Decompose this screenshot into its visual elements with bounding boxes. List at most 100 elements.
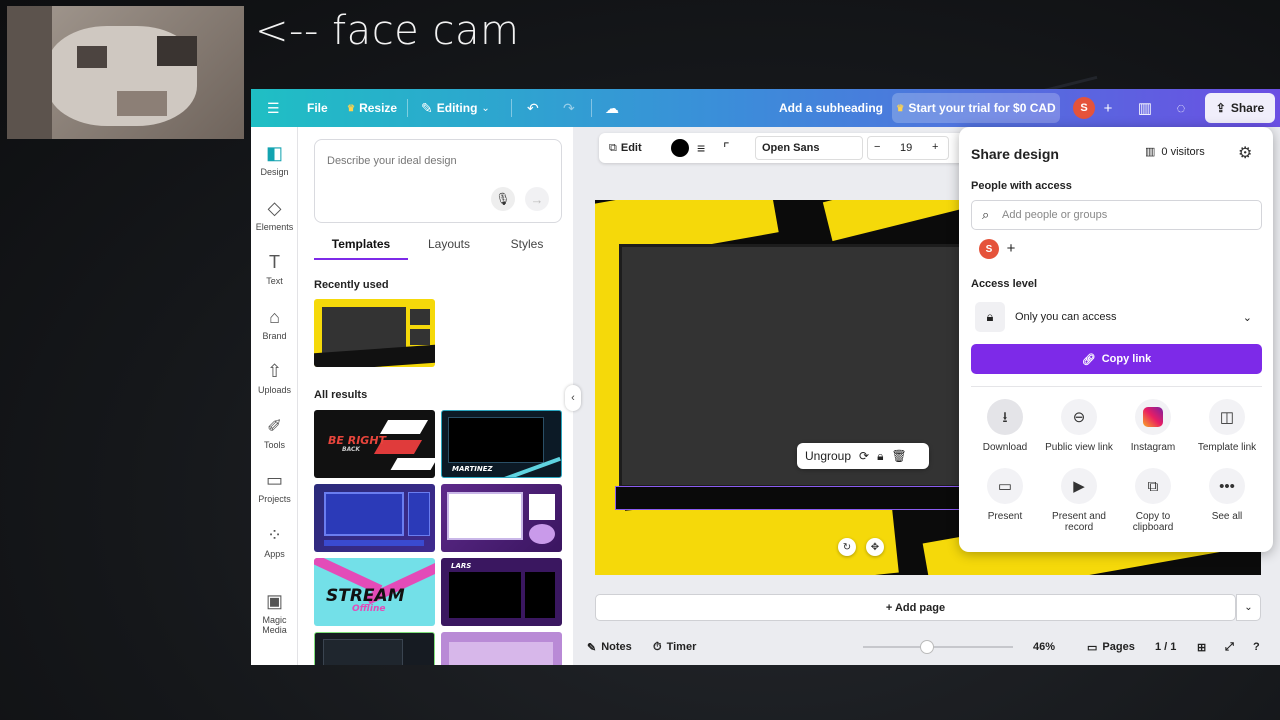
- undo-button[interactable]: ↶: [527, 89, 539, 127]
- timer-button[interactable]: ⏱︎ Timer: [653, 629, 696, 665]
- template-thumbnail[interactable]: [314, 632, 435, 665]
- add-page-button[interactable]: + Add page: [595, 594, 1236, 621]
- share-panel-title: Share design: [971, 146, 1059, 162]
- edit-label: Edit: [620, 142, 642, 154]
- rail-item-elements[interactable]: ◇ Elements: [251, 198, 298, 232]
- cloud-save-status[interactable]: ☁: [605, 89, 619, 127]
- tab-layouts[interactable]: Layouts: [414, 232, 484, 260]
- access-level-dropdown[interactable]: 🔒︎ Only you can access ⌄: [971, 301, 1262, 333]
- edit-button[interactable]: ⧉ Edit: [609, 133, 642, 163]
- download-icon: ⭳: [987, 399, 1023, 435]
- instagram-option[interactable]: Instagram: [1116, 399, 1190, 453]
- tab-styles[interactable]: Styles: [492, 232, 562, 260]
- add-person-button[interactable]: +: [1001, 239, 1021, 259]
- template-thumbnail[interactable]: [441, 632, 562, 665]
- templates-panel: Describe your ideal design 🎙 → Templates…: [298, 127, 573, 665]
- visitors-button[interactable]: ▥ 0 visitors: [1145, 145, 1205, 159]
- trash-icon[interactable]: 🗑︎: [891, 449, 906, 463]
- desktop-background: <-- face cam ☰ File ♛ Resize ✎ Editing ⌄ ↶ …: [0, 0, 1280, 720]
- template-thumbnail[interactable]: STREAM Offline: [314, 558, 435, 626]
- rail-item-uploads[interactable]: ⇧ Uploads: [251, 361, 298, 395]
- chevron-down-icon: ⌄: [1242, 311, 1252, 324]
- microphone-button[interactable]: 🎙: [491, 187, 515, 211]
- template-link-icon: ◫: [1209, 399, 1245, 435]
- collapse-panel-button[interactable]: ‹: [565, 385, 581, 411]
- video-record-icon: ▶: [1061, 468, 1097, 504]
- access-level-value: Only you can access: [1015, 311, 1117, 323]
- menu-button[interactable]: ☰: [267, 89, 280, 127]
- divider: [407, 99, 408, 117]
- redo-button[interactable]: ↷: [563, 89, 575, 127]
- selected-bar-element[interactable]: [615, 486, 995, 510]
- rail-item-apps[interactable]: ⁘ Apps: [251, 525, 298, 559]
- rotate-handle[interactable]: ↻: [838, 538, 856, 556]
- rail-item-projects[interactable]: ▭ Projects: [251, 470, 298, 504]
- rail-label: Elements: [255, 222, 294, 232]
- move-handle[interactable]: ✥: [866, 538, 884, 556]
- design-title[interactable]: Add a subheading: [779, 89, 883, 127]
- option-label: Public view link: [1045, 442, 1113, 453]
- option-label: Present and record: [1052, 511, 1106, 533]
- chevron-down-icon: ⌄: [1244, 602, 1253, 613]
- download-option[interactable]: ⭳ Download: [968, 399, 1042, 453]
- template-link-option[interactable]: ◫ Template link: [1190, 399, 1264, 453]
- comments-button[interactable]: ◌: [1167, 94, 1195, 122]
- link-icon: ⊖: [1061, 399, 1097, 435]
- editing-mode-button[interactable]: ✎ Editing ⌄: [421, 89, 490, 127]
- pages-button[interactable]: ▭ Pages: [1087, 629, 1135, 665]
- file-menu[interactable]: File: [307, 89, 328, 127]
- see-all-option[interactable]: ••• See all: [1190, 468, 1264, 522]
- rail-item-design[interactable]: ◧ Design: [251, 143, 298, 177]
- replace-icon[interactable]: ⟳: [859, 449, 869, 463]
- collaborator-avatar[interactable]: S: [979, 239, 999, 259]
- resize-button[interactable]: ♛ Resize: [347, 89, 397, 127]
- add-page-dropdown[interactable]: ⌄: [1236, 594, 1261, 621]
- option-label: Instagram: [1130, 442, 1176, 453]
- font-selector[interactable]: Open Sans: [755, 136, 863, 160]
- font-size-value[interactable]: 19: [900, 142, 912, 154]
- rail-item-magic-media[interactable]: ▣ Magic Media: [251, 591, 298, 635]
- add-collaborator-button[interactable]: +: [1094, 94, 1122, 122]
- rail-item-brand[interactable]: ⌂ Brand: [251, 307, 298, 341]
- notes-button[interactable]: ✎ Notes: [587, 629, 632, 665]
- border-style-button[interactable]: ≡: [697, 133, 705, 163]
- copy-link-button[interactable]: 🔗︎ Copy link: [971, 344, 1262, 374]
- template-thumbnail[interactable]: MARTINEZ: [441, 410, 562, 478]
- help-button[interactable]: ?: [1253, 629, 1260, 665]
- add-people-input[interactable]: ⌕ Add people or groups: [971, 200, 1262, 230]
- corner-rounding-button[interactable]: ⌜: [723, 133, 730, 163]
- template-thumbnail[interactable]: LARS: [441, 558, 562, 626]
- decrease-size-button[interactable]: −: [874, 141, 880, 153]
- template-thumbnail[interactable]: [314, 299, 435, 367]
- template-thumbnail[interactable]: [441, 484, 562, 552]
- design-prompt-input[interactable]: Describe your ideal design 🎙 →: [314, 139, 562, 223]
- send-button[interactable]: →: [525, 187, 549, 211]
- template-thumbnail[interactable]: BE RIGHT BACK: [314, 410, 435, 478]
- present-option[interactable]: ▭ Present: [968, 468, 1042, 522]
- undo-icon: ↶: [527, 99, 539, 116]
- present-and-record-option[interactable]: ▶ Present and record: [1042, 468, 1116, 533]
- zoom-slider-handle[interactable]: [920, 640, 934, 654]
- user-avatar[interactable]: S: [1073, 97, 1095, 119]
- lock-icon[interactable]: 🔒︎: [877, 449, 883, 464]
- zoom-value[interactable]: 46%: [1033, 629, 1055, 665]
- insights-button[interactable]: ▥: [1131, 94, 1159, 122]
- move-icon: ✥: [870, 541, 880, 553]
- settings-button[interactable]: ⚙: [1238, 143, 1252, 163]
- increase-size-button[interactable]: +: [932, 141, 938, 153]
- editing-label: Editing: [436, 101, 478, 115]
- color-picker[interactable]: [671, 133, 689, 163]
- grid-view-button[interactable]: ⊞: [1197, 629, 1206, 665]
- tab-templates[interactable]: Templates: [314, 232, 408, 260]
- zoom-slider[interactable]: [863, 646, 1013, 648]
- public-view-link-option[interactable]: ⊖ Public view link: [1042, 399, 1116, 453]
- rail-item-text[interactable]: T Text: [251, 252, 298, 286]
- fullscreen-button[interactable]: ⤢: [1225, 629, 1234, 665]
- rail-item-tools[interactable]: ✐ Tools: [251, 416, 298, 450]
- template-thumbnail[interactable]: [314, 484, 435, 552]
- copy-to-clipboard-option[interactable]: ⧉ Copy to clipboard: [1116, 468, 1190, 533]
- share-button[interactable]: ⇪ Share: [1205, 93, 1275, 123]
- ungroup-button[interactable]: Ungroup: [805, 449, 851, 463]
- plus-icon: +: [1103, 99, 1113, 117]
- start-trial-button[interactable]: ♛ Start your trial for $0 CAD: [892, 93, 1060, 123]
